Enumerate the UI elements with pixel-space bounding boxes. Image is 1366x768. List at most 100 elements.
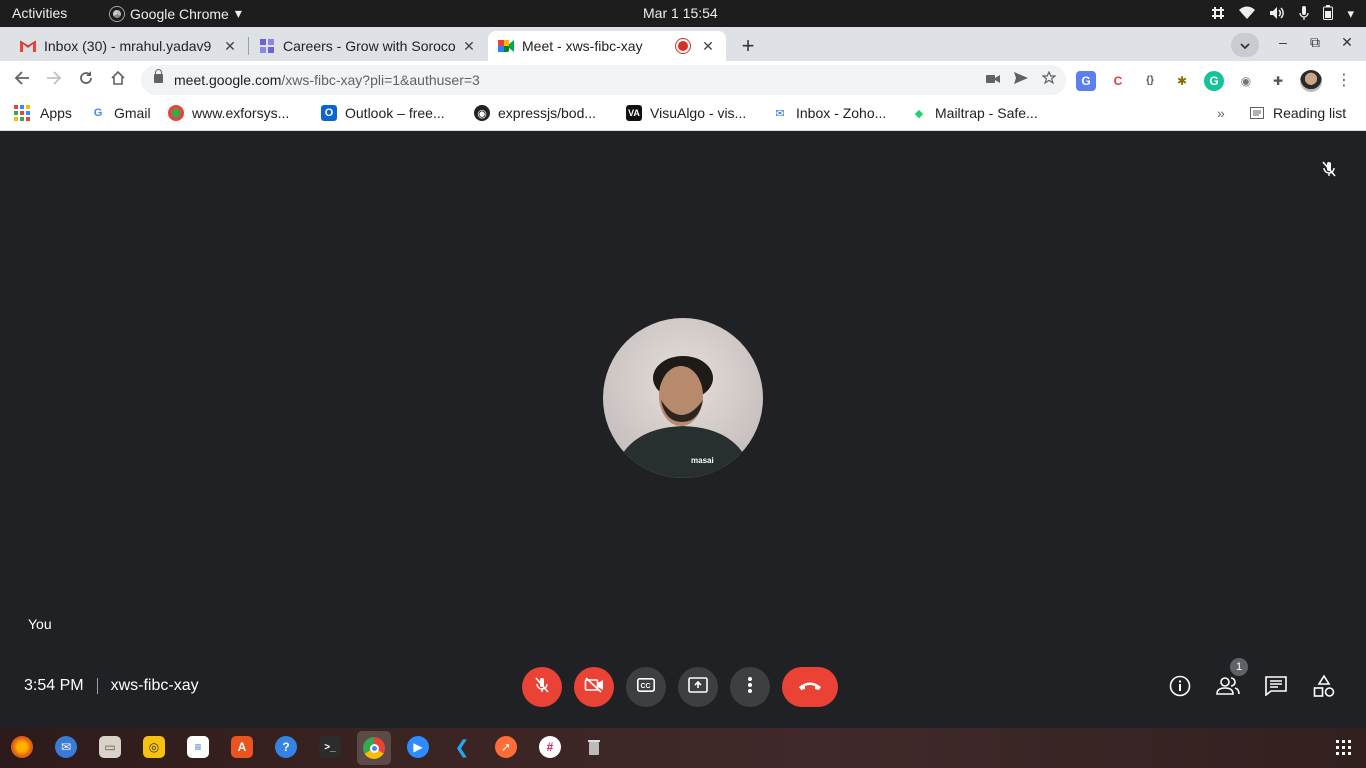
vscode-icon[interactable]: ❮ xyxy=(451,736,473,758)
microphone-icon[interactable] xyxy=(1299,5,1310,23)
extensions-area: G C {} ✱ G ◉ ✚ xyxy=(1076,70,1322,92)
github-icon: ◉ xyxy=(474,105,490,121)
present-screen-button[interactable] xyxy=(678,667,718,707)
tab-gmail[interactable]: Inbox (30) - mrahul.yadav9 ✕ xyxy=(10,31,248,61)
files-icon[interactable]: ▭ xyxy=(99,736,121,758)
show-applications-icon[interactable] xyxy=(1336,740,1351,755)
bookmark-gmail[interactable]: G Gmail xyxy=(90,105,151,121)
tab-title: Careers - Grow with Soroco xyxy=(283,38,456,54)
meeting-details-button[interactable] xyxy=(1168,675,1192,702)
json-formatter-extension-icon[interactable]: {} xyxy=(1140,71,1160,91)
bookmark-label: Apps xyxy=(40,105,72,121)
chrome-icon xyxy=(110,6,124,21)
reading-list-button[interactable]: Reading list xyxy=(1249,105,1346,121)
captions-button[interactable]: CC xyxy=(626,667,666,707)
restore-icon[interactable]: ⧉ xyxy=(1299,34,1331,51)
google-icon: G xyxy=(93,107,103,119)
wifi-icon[interactable] xyxy=(1239,6,1256,23)
tab-meet[interactable]: Meet - xws-fibc-xay ✕ xyxy=(488,31,726,61)
profile-avatar[interactable] xyxy=(1300,70,1322,92)
forward-button[interactable] xyxy=(42,69,66,93)
chat-icon xyxy=(1265,675,1287,701)
omnibox-actions xyxy=(986,70,1057,88)
bookmark-github[interactable]: ◉ expressjs/bod... xyxy=(474,105,596,121)
volume-icon[interactable] xyxy=(1269,6,1285,23)
chrome-menu-icon[interactable]: ⋮ xyxy=(1336,70,1352,90)
more-options-button[interactable] xyxy=(730,667,770,707)
software-center-icon[interactable]: A xyxy=(231,736,253,758)
slack-tray-icon[interactable] xyxy=(1211,6,1225,23)
minimize-icon[interactable]: – xyxy=(1267,34,1299,51)
grammarly-extension-icon[interactable]: G xyxy=(1204,71,1224,91)
codechef-extension-icon[interactable]: C xyxy=(1108,71,1128,91)
translate-extension-icon[interactable]: G xyxy=(1076,71,1096,91)
trash-icon[interactable] xyxy=(583,736,605,758)
bookmark-visualgo[interactable]: VA VisuAlgo - vis... xyxy=(626,105,746,121)
bookmark-star-icon[interactable] xyxy=(1041,70,1057,88)
self-avatar: masai xyxy=(603,318,763,478)
info-icon xyxy=(1169,675,1191,702)
lock-icon[interactable] xyxy=(154,69,163,83)
mic-muted-indicator-icon xyxy=(1320,160,1338,178)
exforsys-icon xyxy=(168,105,184,121)
present-screen-icon xyxy=(688,676,708,698)
back-button[interactable] xyxy=(10,69,34,93)
bookmark-mailtrap[interactable]: ◆ Mailtrap - Safe... xyxy=(911,105,1038,121)
bookmarks-bar: Apps G Gmail www.exforsys... O Outlook –… xyxy=(0,99,1366,131)
home-button[interactable] xyxy=(106,69,130,93)
slack-icon[interactable]: # xyxy=(539,736,561,758)
visualgo-icon: VA xyxy=(626,105,642,121)
activities-button[interactable] xyxy=(1312,673,1336,700)
bookmarks-overflow-button[interactable]: » xyxy=(1217,105,1225,121)
send-tab-icon[interactable] xyxy=(1014,71,1028,88)
divider xyxy=(96,678,98,694)
thunderbird-icon[interactable]: ✉ xyxy=(55,736,77,758)
terminal-icon[interactable]: >_ xyxy=(319,736,341,758)
soroco-icon xyxy=(259,38,275,54)
app-name: Google Chrome xyxy=(130,5,229,22)
reload-button[interactable] xyxy=(74,69,98,93)
app-menu[interactable]: Google Chrome ▾ xyxy=(110,5,242,22)
people-button[interactable] xyxy=(1216,676,1240,700)
toggle-camera-button[interactable] xyxy=(574,667,614,707)
postman-icon[interactable]: ➚ xyxy=(495,736,517,758)
bookmark-zoho[interactable]: ✉ Inbox - Zoho... xyxy=(772,105,886,121)
meeting-details: 3:54 PM xws-fibc-xay xyxy=(24,677,199,695)
camera-in-use-icon[interactable] xyxy=(986,71,1000,88)
leave-call-button[interactable] xyxy=(782,667,838,707)
close-icon[interactable]: ✕ xyxy=(222,38,238,55)
bookmark-label: expressjs/bod... xyxy=(498,105,597,121)
toggle-mic-button[interactable] xyxy=(522,667,562,707)
bookmark-apps[interactable]: Apps xyxy=(14,105,72,121)
close-icon[interactable]: ✕ xyxy=(700,38,716,55)
more-vert-icon xyxy=(748,676,752,698)
tab-careers[interactable]: Careers - Grow with Soroco ✕ xyxy=(249,31,487,61)
bookmark-label: www.exforsys... xyxy=(192,105,290,121)
recording-indicator-icon xyxy=(678,41,688,51)
help-icon[interactable]: ? xyxy=(275,736,297,758)
screenshot-extension-icon[interactable]: ◉ xyxy=(1236,71,1256,91)
bookmark-outlook[interactable]: O Outlook – free... xyxy=(321,105,445,121)
system-tray[interactable]: ▾ xyxy=(1211,5,1354,23)
tab-search-button[interactable] xyxy=(1231,33,1259,57)
url-host: meet.google.com xyxy=(174,72,282,88)
activities-button[interactable]: Activities xyxy=(12,5,67,21)
writer-icon[interactable]: ≡ xyxy=(187,736,209,758)
new-tab-button[interactable]: + xyxy=(736,35,760,59)
close-window-icon[interactable]: ✕ xyxy=(1331,34,1363,51)
chat-button[interactable] xyxy=(1264,675,1288,701)
battery-icon[interactable] xyxy=(1323,5,1334,23)
bug-extension-icon[interactable]: ✱ xyxy=(1172,71,1192,91)
url-text[interactable]: meet.google.com/xws-fibc-xay?pli=1&authu… xyxy=(174,72,480,88)
firefox-icon[interactable] xyxy=(11,736,33,758)
system-clock[interactable]: Mar 1 15:54 xyxy=(643,5,718,21)
bookmark-exforsys[interactable]: www.exforsys... xyxy=(168,105,289,121)
extensions-puzzle-icon[interactable]: ✚ xyxy=(1268,71,1288,91)
zoom-icon[interactable]: ▶ xyxy=(407,736,429,758)
close-icon[interactable]: ✕ xyxy=(461,38,477,55)
address-bar[interactable]: meet.google.com/xws-fibc-xay?pli=1&authu… xyxy=(141,65,1066,95)
closed-captions-icon: CC xyxy=(637,677,655,697)
rhythmbox-icon[interactable]: ◎ xyxy=(143,736,165,758)
power-menu-chevron-icon[interactable]: ▾ xyxy=(1347,6,1354,22)
chrome-dock-item[interactable] xyxy=(357,731,391,765)
